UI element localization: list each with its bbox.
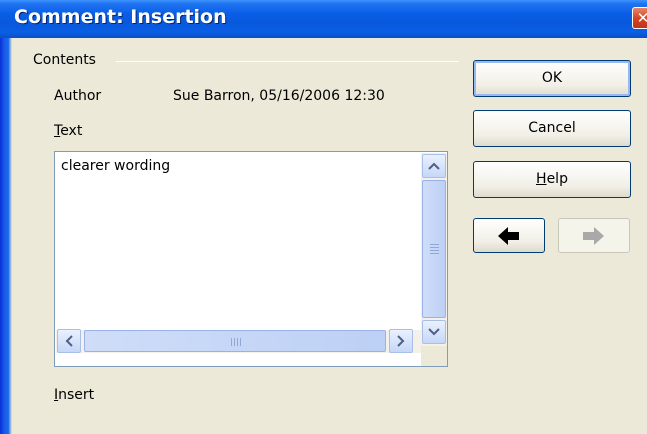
chevron-up-icon	[428, 162, 440, 170]
close-button[interactable]: ✕	[632, 7, 647, 29]
cancel-button[interactable]: Cancel	[473, 110, 631, 147]
vertical-scroll-thumb[interactable]	[422, 180, 446, 318]
vertical-thumb-grip	[430, 253, 439, 254]
text-label: Text	[54, 123, 83, 139]
chevron-down-icon	[428, 328, 440, 336]
chevron-right-icon	[397, 335, 405, 347]
scrollbar-corner	[421, 346, 447, 366]
vertical-thumb-grip	[430, 244, 439, 245]
vertical-thumb-grip	[430, 250, 439, 251]
comment-insertion-dialog: Comment: Insertion ✕ Contents Author Sue…	[0, 0, 647, 434]
horizontal-thumb-grip	[231, 338, 232, 346]
contents-group-title: Contents	[33, 52, 96, 68]
next-comment-button[interactable]	[558, 218, 630, 253]
scroll-down-button[interactable]	[422, 320, 446, 344]
horizontal-thumb-grip	[234, 338, 235, 346]
title-bar[interactable]: Comment: Insertion ✕	[0, 0, 647, 38]
scroll-left-button[interactable]	[57, 329, 81, 353]
scroll-up-button[interactable]	[422, 154, 446, 178]
scroll-right-button[interactable]	[389, 329, 413, 353]
comment-text[interactable]: clearer wording	[61, 158, 170, 174]
dialog-body: Contents Author Sue Barron, 05/16/2006 1…	[12, 38, 647, 434]
author-label: Author	[54, 88, 102, 104]
comment-text-area[interactable]: clearer wording	[54, 151, 448, 367]
author-value: Sue Barron, 05/16/2006 12:30	[173, 88, 385, 104]
contents-group-divider	[116, 61, 459, 62]
horizontal-thumb-grip	[237, 338, 238, 346]
chevron-left-icon	[65, 335, 73, 347]
close-icon: ✕	[636, 9, 647, 27]
ok-button[interactable]: OK	[473, 60, 631, 97]
horizontal-scroll-thumb[interactable]	[84, 330, 386, 352]
horizontal-thumb-grip	[240, 338, 241, 346]
window-title: Comment: Insertion	[14, 6, 227, 28]
arrow-left-icon	[498, 226, 519, 245]
help-button[interactable]: Help	[473, 161, 631, 198]
insert-label: Insert	[54, 387, 95, 403]
arrow-right-icon	[583, 226, 604, 245]
vertical-scrollbar[interactable]	[421, 153, 447, 346]
horizontal-scrollbar[interactable]	[56, 329, 421, 353]
previous-comment-button[interactable]	[473, 218, 545, 253]
vertical-thumb-grip	[430, 247, 439, 248]
window-left-border	[0, 0, 12, 434]
